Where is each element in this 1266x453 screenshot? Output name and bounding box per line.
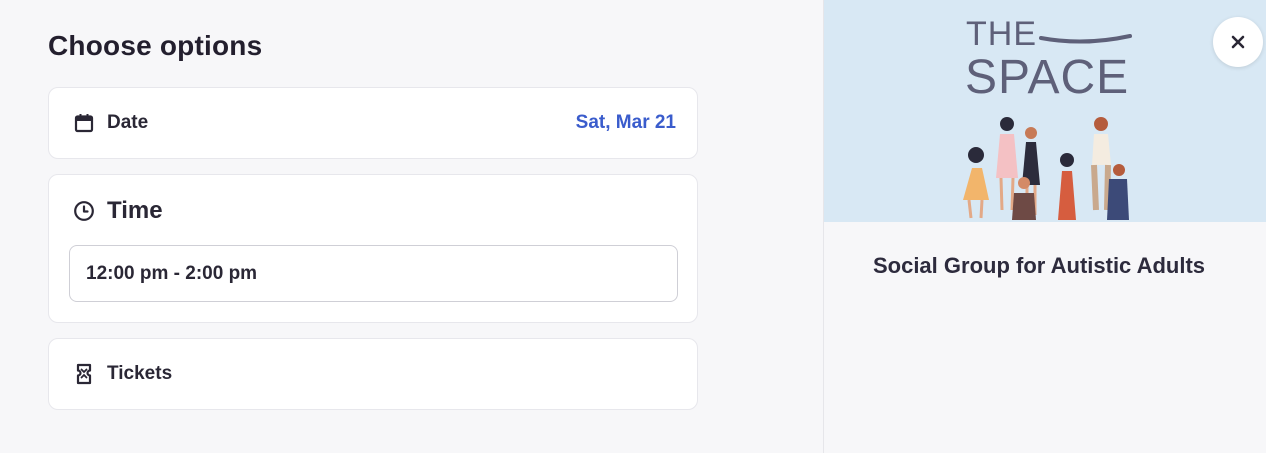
time-slot-value: 12:00 pm - 2:00 pm — [86, 262, 258, 284]
ticket-icon — [73, 363, 95, 385]
calendar-icon — [73, 112, 95, 134]
logo-swoosh — [1039, 34, 1132, 44]
event-title: Social Group for Autistic Adults — [872, 253, 1206, 278]
logo-space: SPACE — [965, 51, 1129, 104]
tickets-card[interactable]: Tickets — [48, 338, 698, 410]
clock-icon — [73, 200, 95, 222]
date-label: Date — [107, 112, 149, 133]
tickets-label: Tickets — [107, 363, 173, 384]
date-card[interactable]: Date Sat, Mar 21 — [48, 87, 698, 159]
time-label: Time — [107, 197, 163, 224]
logo-the: THE — [966, 15, 1037, 53]
close-button[interactable] — [1213, 17, 1263, 67]
time-card: Time 12:00 pm - 2:00 pm — [48, 174, 698, 323]
close-icon — [1227, 31, 1249, 53]
time-row: Time — [73, 197, 163, 225]
time-slot-select[interactable]: 12:00 pm - 2:00 pm — [69, 245, 678, 302]
options-panel: Choose options Date Sat, Mar 21 Time 12:… — [0, 0, 823, 453]
people-illustration — [963, 117, 1129, 220]
event-panel: THE SPACE Social Group for Autistic Adul… — [823, 0, 1266, 453]
date-row: Date — [73, 112, 148, 134]
tickets-row: Tickets — [73, 363, 172, 385]
event-hero-image: THE SPACE — [824, 0, 1266, 222]
page-title: Choose options — [48, 30, 263, 61]
date-value[interactable]: Sat, Mar 21 — [576, 112, 676, 134]
